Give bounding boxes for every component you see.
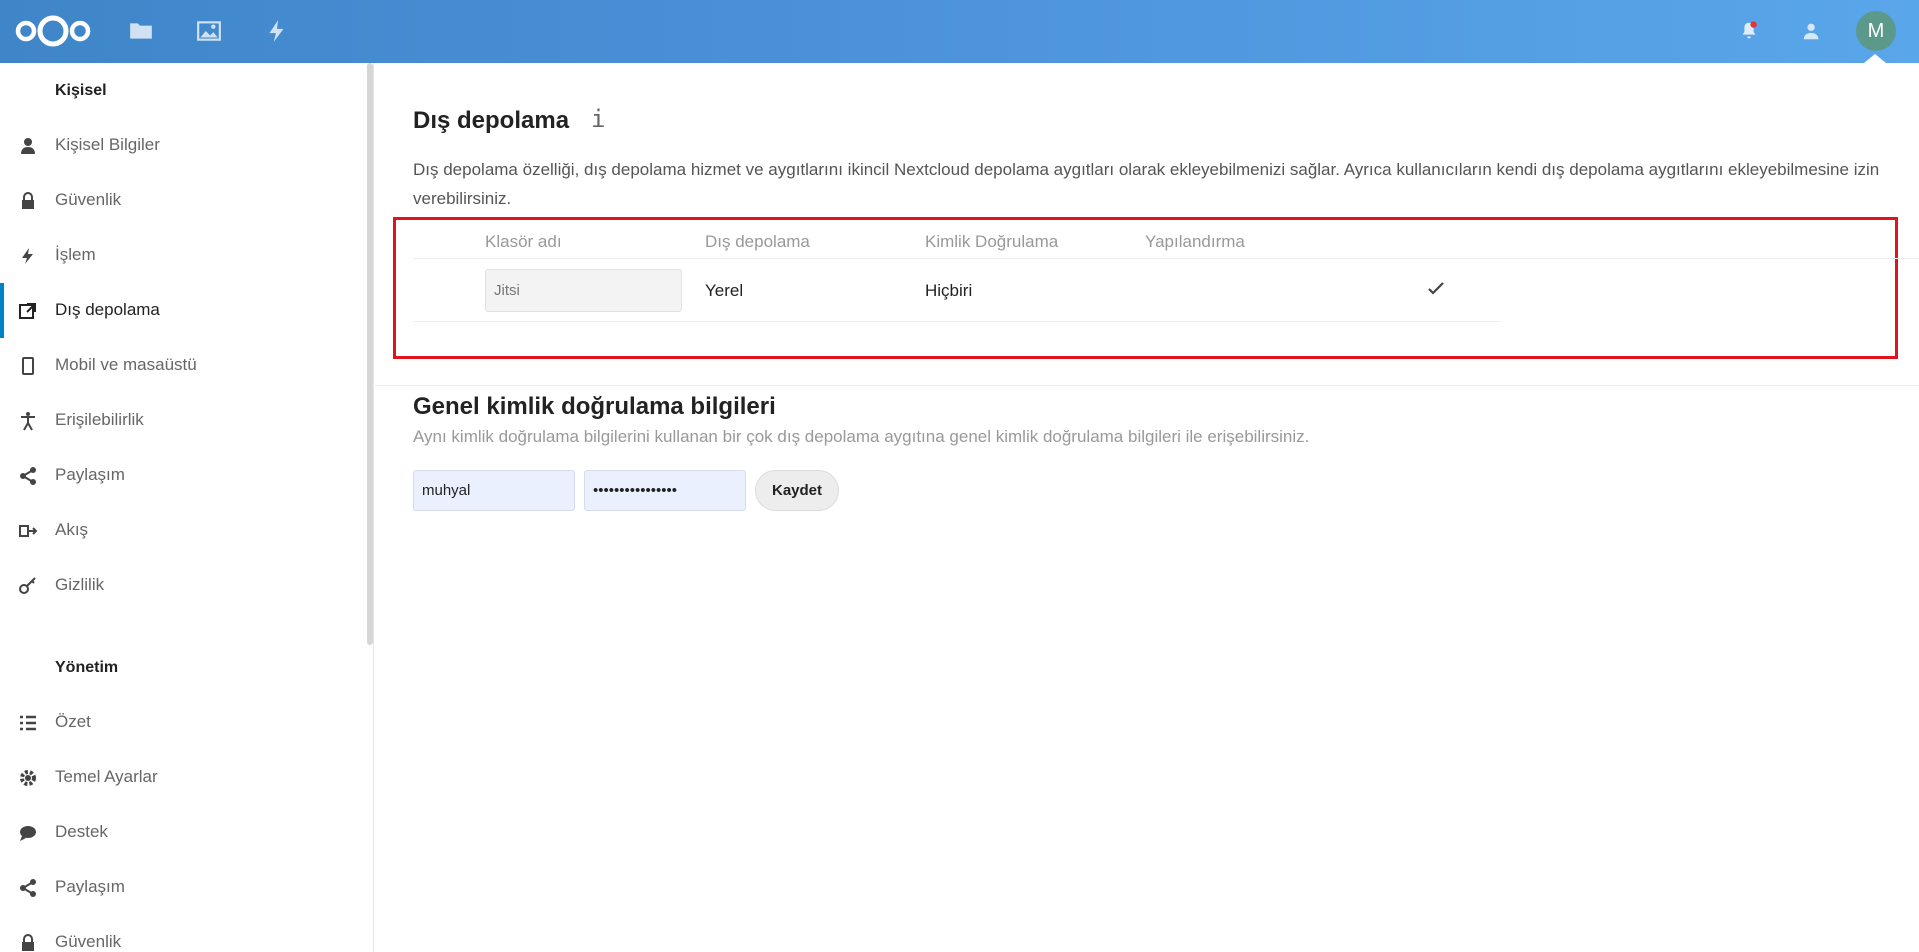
key-icon xyxy=(19,577,36,594)
checkmark-icon[interactable] xyxy=(1426,279,1446,299)
storage-type-value[interactable]: Yerel xyxy=(705,281,743,301)
bell-icon[interactable] xyxy=(1738,20,1760,42)
sidebar-item-overview[interactable]: Özet xyxy=(0,695,366,750)
col-header-auth: Kimlik Doğrulama xyxy=(925,232,1059,251)
image-icon[interactable] xyxy=(196,18,222,44)
auth-type-value[interactable]: Hiçbiri xyxy=(925,281,972,301)
sidebar-item-label: Dış depolama xyxy=(55,300,160,319)
sidebar-item-label: Paylaşım xyxy=(55,465,125,484)
sidebar-item-personal-info[interactable]: Kişisel Bilgiler xyxy=(0,118,366,173)
contacts-icon[interactable] xyxy=(1801,20,1823,42)
global-credentials-description: Aynı kimlik doğrulama bilgilerini kullan… xyxy=(413,427,1310,446)
sidebar-item-sharing-admin[interactable]: Paylaşım xyxy=(0,860,366,915)
main-content: Dış depolama i Dış depolama özelliği, dı… xyxy=(375,63,1919,952)
sidebar-item-label: Özet xyxy=(55,712,91,731)
password-field[interactable] xyxy=(584,470,746,511)
sidebar-item-accessibility[interactable]: Erişilebilirlik xyxy=(0,393,366,448)
sidebar-item-support[interactable]: Destek xyxy=(0,805,366,860)
page-title: Dış depolama xyxy=(413,107,570,134)
sidebar-item-sharing[interactable]: Paylaşım xyxy=(0,448,366,503)
accessibility-icon xyxy=(21,412,35,431)
sidebar-item-privacy[interactable]: Gizlilik xyxy=(0,558,366,613)
flow-icon xyxy=(19,525,38,537)
username-field[interactable] xyxy=(413,470,575,511)
sidebar-item-label: Güvenlik xyxy=(55,932,122,951)
section-divider xyxy=(375,385,1919,386)
lightning-icon[interactable] xyxy=(264,18,290,44)
top-header: M xyxy=(0,0,1919,63)
sidebar-item-flow[interactable]: Akış xyxy=(0,503,366,558)
sidebar-item-label: Güvenlik xyxy=(55,190,122,209)
sidebar-item-label: Paylaşım xyxy=(55,877,125,896)
header-divider xyxy=(413,258,1919,259)
sidebar-item-external-storage[interactable]: Dış depolama xyxy=(0,283,366,338)
row-divider xyxy=(413,321,1501,322)
share-icon xyxy=(20,879,36,897)
share-icon xyxy=(20,467,36,485)
avatar[interactable]: M xyxy=(1856,11,1896,51)
section-personal: Kişisel xyxy=(55,82,107,99)
nextcloud-logo[interactable] xyxy=(14,12,92,50)
page-description: Dış depolama özelliği, dış depolama hizm… xyxy=(413,160,1880,208)
phone-icon xyxy=(22,357,34,375)
sidebar-item-basic-settings[interactable]: Temel Ayarlar xyxy=(0,750,366,805)
chat-icon xyxy=(20,826,36,841)
info-icon[interactable]: i xyxy=(591,105,605,133)
sidebar-item-label: Temel Ayarlar xyxy=(55,767,158,786)
folder-icon[interactable] xyxy=(128,18,154,44)
settings-sidebar: Kişisel Kişisel Bilgiler Güvenlik İşlem … xyxy=(0,63,374,952)
user-icon xyxy=(21,138,35,154)
sidebar-item-activity[interactable]: İşlem xyxy=(0,228,366,283)
col-header-config: Yapılandırma xyxy=(1145,232,1245,251)
section-admin: Yönetim xyxy=(55,659,119,676)
sidebar-item-label: Mobil ve masaüstü xyxy=(55,355,197,374)
save-button[interactable]: Kaydet xyxy=(755,470,839,511)
global-credentials-title: Genel kimlik doğrulama bilgileri xyxy=(413,393,776,420)
gear-icon xyxy=(20,770,36,786)
sidebar-item-label: Akış xyxy=(55,520,89,539)
col-header-storage: Dış depolama xyxy=(705,232,810,251)
sidebar-item-label: Erişilebilirlik xyxy=(55,410,144,429)
sidebar-scrollbar[interactable] xyxy=(367,63,373,645)
sidebar-item-security[interactable]: Güvenlik xyxy=(0,173,366,228)
sidebar-item-label: İşlem xyxy=(55,245,96,264)
sidebar-item-label: Destek xyxy=(55,822,108,841)
list-icon xyxy=(20,715,36,731)
sidebar-item-label: Kişisel Bilgiler xyxy=(55,135,160,154)
sidebar-item-mobile-desktop[interactable]: Mobil ve masaüstü xyxy=(0,338,366,393)
sidebar-item-security-admin[interactable]: Güvenlik xyxy=(0,915,366,952)
lightning-icon xyxy=(22,248,33,264)
col-header-folder: Klasör adı xyxy=(485,232,562,251)
menu-caret xyxy=(1864,54,1886,63)
sidebar-item-label: Gizlilik xyxy=(55,575,105,594)
folder-name-input[interactable] xyxy=(485,269,682,312)
lock-icon xyxy=(22,192,34,209)
lock-icon xyxy=(22,934,34,951)
external-storage-icon xyxy=(19,303,36,319)
